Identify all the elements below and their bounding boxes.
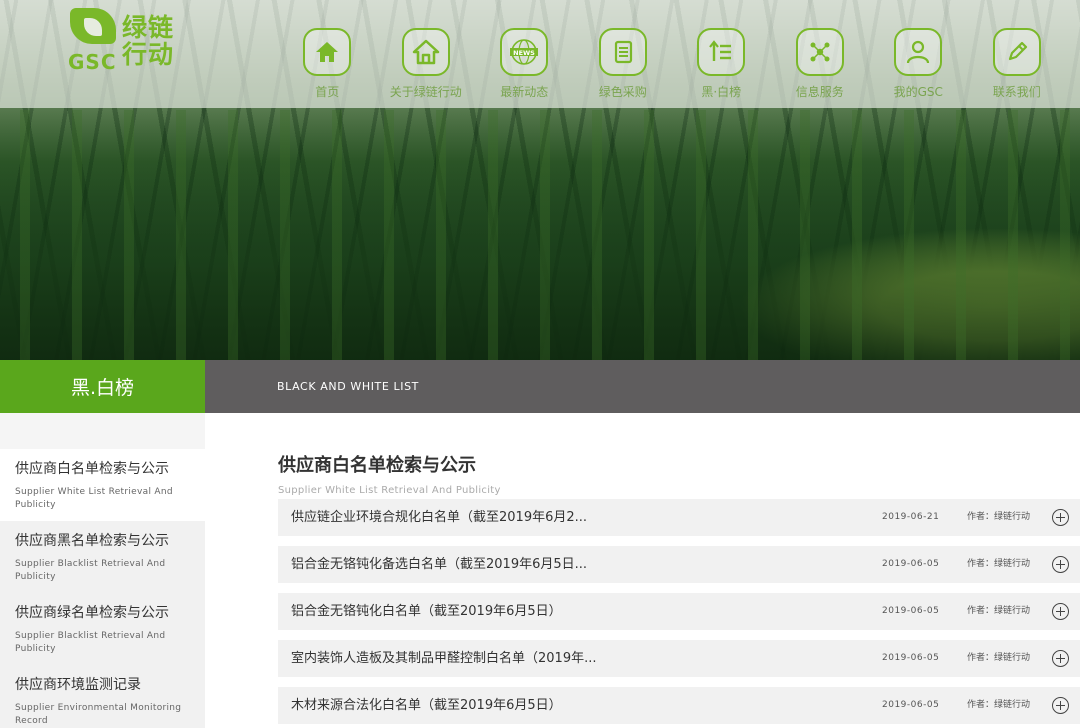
section-title-en: BLACK AND WHITE LIST bbox=[205, 360, 1080, 413]
list-item-date: 2019-06-21 bbox=[882, 512, 940, 522]
network-icon bbox=[795, 28, 844, 76]
sidebar-item-subtitle: Supplier Blacklist Retrieval And Publici… bbox=[15, 559, 166, 582]
nav-item-green-purchase[interactable]: 绿色采购 bbox=[574, 0, 673, 108]
house-icon bbox=[401, 28, 450, 76]
sidebar-item-black-list[interactable]: 供应商黑名单检索与公示 Supplier Blacklist Retrieval… bbox=[0, 522, 205, 594]
page-title: 供应商白名单检索与公示 bbox=[278, 455, 476, 476]
list-item-title[interactable]: 铝合金无铬钝化备选白名单（截至2019年6月5日... bbox=[291, 546, 587, 583]
nav-item-black-white-list[interactable]: 黑·白榜 bbox=[672, 0, 771, 108]
leaf-logo-icon bbox=[70, 8, 116, 44]
pencil-icon bbox=[992, 28, 1041, 76]
nav-label: 最新动态 bbox=[500, 85, 549, 99]
user-icon bbox=[894, 28, 943, 76]
list-item-date: 2019-06-05 bbox=[882, 559, 940, 569]
list-item-author: 作者：绿链行动 bbox=[967, 700, 1031, 710]
list-item-author: 作者：绿链行动 bbox=[967, 512, 1031, 522]
nav-label: 黑·白榜 bbox=[701, 85, 742, 99]
list-item-title[interactable]: 供应链企业环境合规化白名单（截至2019年6月2... bbox=[291, 499, 587, 536]
list-item-date: 2019-06-05 bbox=[882, 606, 940, 616]
nav-label: 关于绿链行动 bbox=[389, 85, 462, 99]
sidebar-item-title: 供应商环境监测记录 bbox=[15, 677, 141, 693]
sidebar-spacer bbox=[0, 413, 205, 450]
nav-item-home[interactable]: 首页 bbox=[278, 0, 377, 108]
sidebar-item-green-list[interactable]: 供应商绿名单检索与公示 Supplier Blacklist Retrieval… bbox=[0, 594, 205, 666]
sidebar-item-title: 供应商黑名单检索与公示 bbox=[15, 533, 169, 549]
sidebar-item-white-list[interactable]: 供应商白名单检索与公示 Supplier White List Retrieva… bbox=[0, 450, 205, 522]
sidebar-item-subtitle: Supplier White List Retrieval And Public… bbox=[15, 487, 173, 510]
list-item-author: 作者：绿链行动 bbox=[967, 559, 1031, 569]
page-subtitle: Supplier White List Retrieval And Public… bbox=[278, 485, 501, 496]
logo-text-cn: 绿链行动 bbox=[122, 13, 175, 69]
plus-circle-icon[interactable] bbox=[1052, 650, 1069, 667]
nav-item-info-service[interactable]: 信息服务 bbox=[771, 0, 870, 108]
plus-circle-icon[interactable] bbox=[1052, 509, 1069, 526]
list-item[interactable]: 铝合金无铬钝化白名单（截至2019年6月5日） 2019-06-05 作者：绿链… bbox=[278, 593, 1080, 630]
nav-label: 绿色采购 bbox=[598, 85, 647, 99]
sidebar-item-env-monitoring[interactable]: 供应商环境监测记录 Supplier Environmental Monitor… bbox=[0, 666, 205, 728]
sidebar-item-subtitle: Supplier Environmental Monitoring Record bbox=[15, 703, 182, 726]
list-item-date: 2019-06-05 bbox=[882, 653, 940, 663]
site-logo[interactable]: 绿链行动 GSC bbox=[68, 6, 188, 74]
list-item-title[interactable]: 室内装饰人造板及其制品甲醛控制白名单（2019年... bbox=[291, 640, 596, 677]
list-item[interactable]: 供应链企业环境合规化白名单（截至2019年6月2... 2019-06-21 作… bbox=[278, 499, 1080, 536]
logo-text-gsc: GSC bbox=[68, 50, 117, 74]
nav-label: 联系我们 bbox=[992, 85, 1041, 99]
nav-item-contact[interactable]: 联系我们 bbox=[968, 0, 1067, 108]
plus-circle-icon[interactable] bbox=[1052, 603, 1069, 620]
plus-circle-icon[interactable] bbox=[1052, 697, 1069, 714]
list-item-author: 作者：绿链行动 bbox=[967, 653, 1031, 663]
sidebar-item-subtitle: Supplier Blacklist Retrieval And Publici… bbox=[15, 631, 166, 654]
main-content: 供应商白名单检索与公示 Supplier White List Retrieva… bbox=[278, 413, 1080, 728]
main-nav: 首页 关于绿链行动 NEWS 最新动态 绿色采购 黑·白榜 信息服务 我的GSC… bbox=[278, 0, 1066, 108]
list-item-title[interactable]: 铝合金无铬钝化白名单（截至2019年6月5日） bbox=[291, 593, 562, 630]
section-titlebar: 黑.白榜 BLACK AND WHITE LIST bbox=[0, 360, 1080, 413]
nav-item-about[interactable]: 关于绿链行动 bbox=[377, 0, 476, 108]
list-item[interactable]: 室内装饰人造板及其制品甲醛控制白名单（2019年... 2019-06-05 作… bbox=[278, 640, 1080, 677]
nav-label: 我的GSC bbox=[893, 85, 943, 99]
sidebar: 供应商白名单检索与公示 Supplier White List Retrieva… bbox=[0, 413, 205, 728]
list-item-date: 2019-06-05 bbox=[882, 700, 940, 710]
forest-image bbox=[0, 110, 1080, 360]
nav-item-news[interactable]: NEWS 最新动态 bbox=[475, 0, 574, 108]
site-header: 绿链行动 GSC 首页 关于绿链行动 NEWS 最新动态 绿色采购 黑·白榜 信… bbox=[0, 0, 1080, 108]
list-item-author: 作者：绿链行动 bbox=[967, 606, 1031, 616]
news-globe-icon: NEWS bbox=[500, 28, 549, 76]
nav-label: 首页 bbox=[315, 85, 340, 99]
sidebar-item-title: 供应商白名单检索与公示 bbox=[15, 461, 169, 477]
section-title-cn: 黑.白榜 bbox=[0, 360, 205, 413]
list-item[interactable]: 木材来源合法化白名单（截至2019年6月5日） 2019-06-05 作者：绿链… bbox=[278, 687, 1080, 724]
nav-label: 信息服务 bbox=[795, 85, 844, 99]
list-item[interactable]: 铝合金无铬钝化备选白名单（截至2019年6月5日... 2019-06-05 作… bbox=[278, 546, 1080, 583]
list-item-title[interactable]: 木材来源合法化白名单（截至2019年6月5日） bbox=[291, 687, 562, 724]
whitelist-list: 供应链企业环境合规化白名单（截至2019年6月2... 2019-06-21 作… bbox=[278, 499, 1080, 728]
home-icon bbox=[303, 28, 352, 76]
document-icon bbox=[598, 28, 647, 76]
plus-circle-icon[interactable] bbox=[1052, 556, 1069, 573]
list-icon bbox=[697, 28, 746, 76]
sidebar-item-title: 供应商绿名单检索与公示 bbox=[15, 605, 169, 621]
news-icon-text: NEWS bbox=[513, 49, 535, 57]
nav-item-my-gsc[interactable]: 我的GSC bbox=[869, 0, 968, 108]
